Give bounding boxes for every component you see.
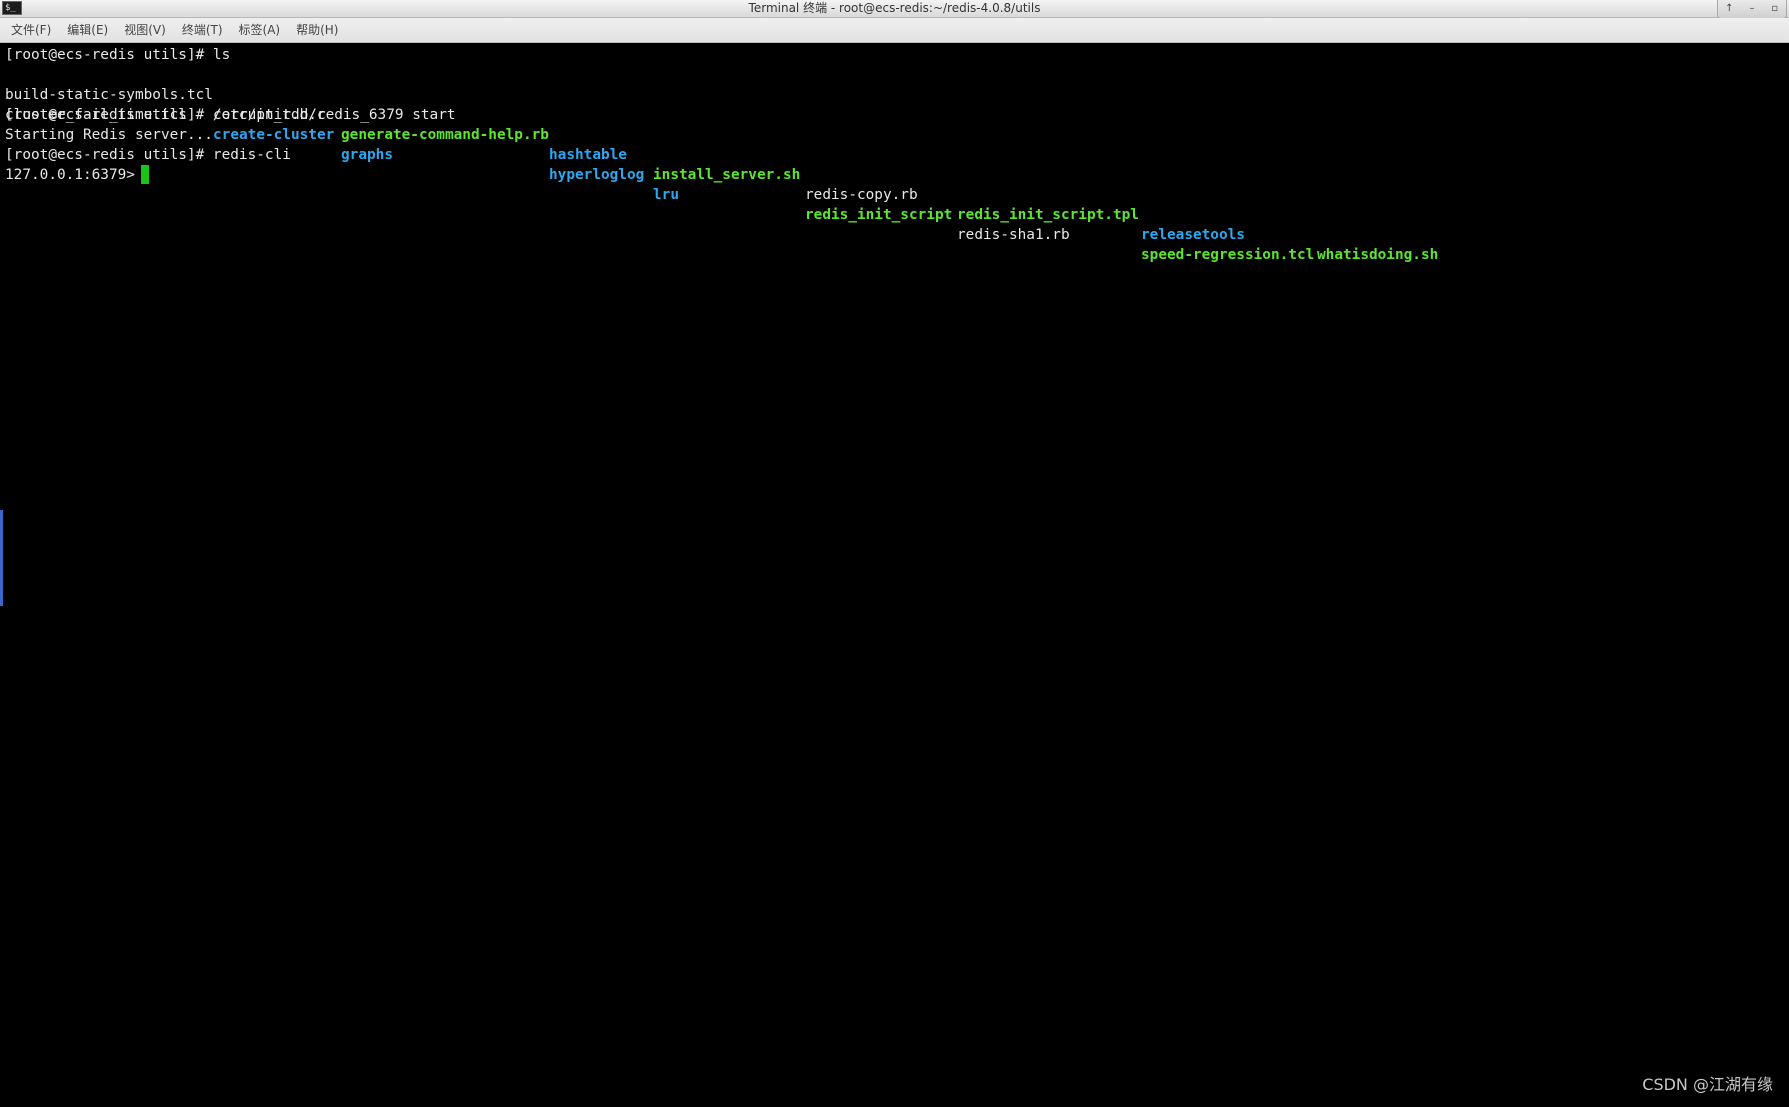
maximize-icon[interactable]: ▫ (1768, 2, 1782, 16)
redis-prompt: 127.0.0.1:6379> (5, 167, 135, 183)
left-edge-accent (0, 510, 3, 606)
ls-entry: releasetools (1141, 227, 1245, 243)
menu-bar: 文件(F) 编辑(E) 视图(V) 终端(T) 标签(A) 帮助(H) (0, 18, 1789, 43)
title-bar[interactable]: $_ Terminal 终端 - root@ecs-redis:~/redis-… (0, 0, 1789, 19)
terminal-output[interactable]: [root@ecs-redis utils]# ls build-static-… (3, 45, 1789, 1107)
ls-entry: create-cluster (213, 127, 335, 143)
ls-output-row-1: build-static-symbols.tcl corrupt_rdb.c g… (5, 65, 1785, 263)
ls-entry: redis_init_script (805, 207, 953, 223)
menu-help[interactable]: 帮助(H) (296, 20, 338, 40)
ls-entry: install_server.sh (653, 167, 801, 183)
ls-entry: redis-sha1.rb (957, 227, 1070, 243)
menu-edit[interactable]: 编辑(E) (67, 20, 108, 40)
ls-entry: generate-command-help.rb (341, 127, 549, 143)
minimize-icon[interactable]: – (1745, 2, 1759, 16)
ls-output-row-2: cluster_fail_time.tcl create-cluster gra… (5, 85, 1785, 263)
terminal-window: $_ Terminal 终端 - root@ecs-redis:~/redis-… (0, 0, 1789, 1107)
command-line-ls: [root@ecs-redis utils]# ls (5, 47, 231, 63)
text-cursor (140, 165, 149, 184)
command-line-redis-cli: [root@ecs-redis utils]# redis-cli (5, 147, 291, 163)
menu-tabs[interactable]: 标签(A) (239, 20, 281, 40)
ls-entry: hyperloglog (549, 167, 645, 183)
ls-entry: redis_init_script.tpl (957, 207, 1139, 223)
redis-prompt-line[interactable]: 127.0.0.1:6379> (5, 165, 149, 185)
ls-entry: redis-copy.rb (805, 187, 918, 203)
menu-view[interactable]: 视图(V) (124, 20, 166, 40)
window-controls: ↑ – ▫ (1717, 0, 1787, 19)
menu-terminal[interactable]: 终端(T) (182, 20, 223, 40)
window-title: Terminal 终端 - root@ecs-redis:~/redis-4.0… (748, 1, 1041, 15)
ls-entry: whatisdoing.sh (1317, 247, 1439, 263)
ls-entry: speed-regression.tcl (1141, 247, 1315, 263)
ls-entry: lru (653, 187, 679, 203)
watermark: CSDN @江湖有缘 (1642, 1075, 1773, 1094)
keep-above-icon[interactable]: ↑ (1722, 2, 1736, 16)
output-starting-redis: Starting Redis server... (5, 127, 213, 143)
ls-entry: hashtable (549, 147, 627, 163)
menu-file[interactable]: 文件(F) (11, 20, 51, 40)
ls-entry: graphs (341, 147, 393, 163)
command-line-start: [root@ecs-redis utils]# /etc/init.d/redi… (5, 107, 456, 123)
